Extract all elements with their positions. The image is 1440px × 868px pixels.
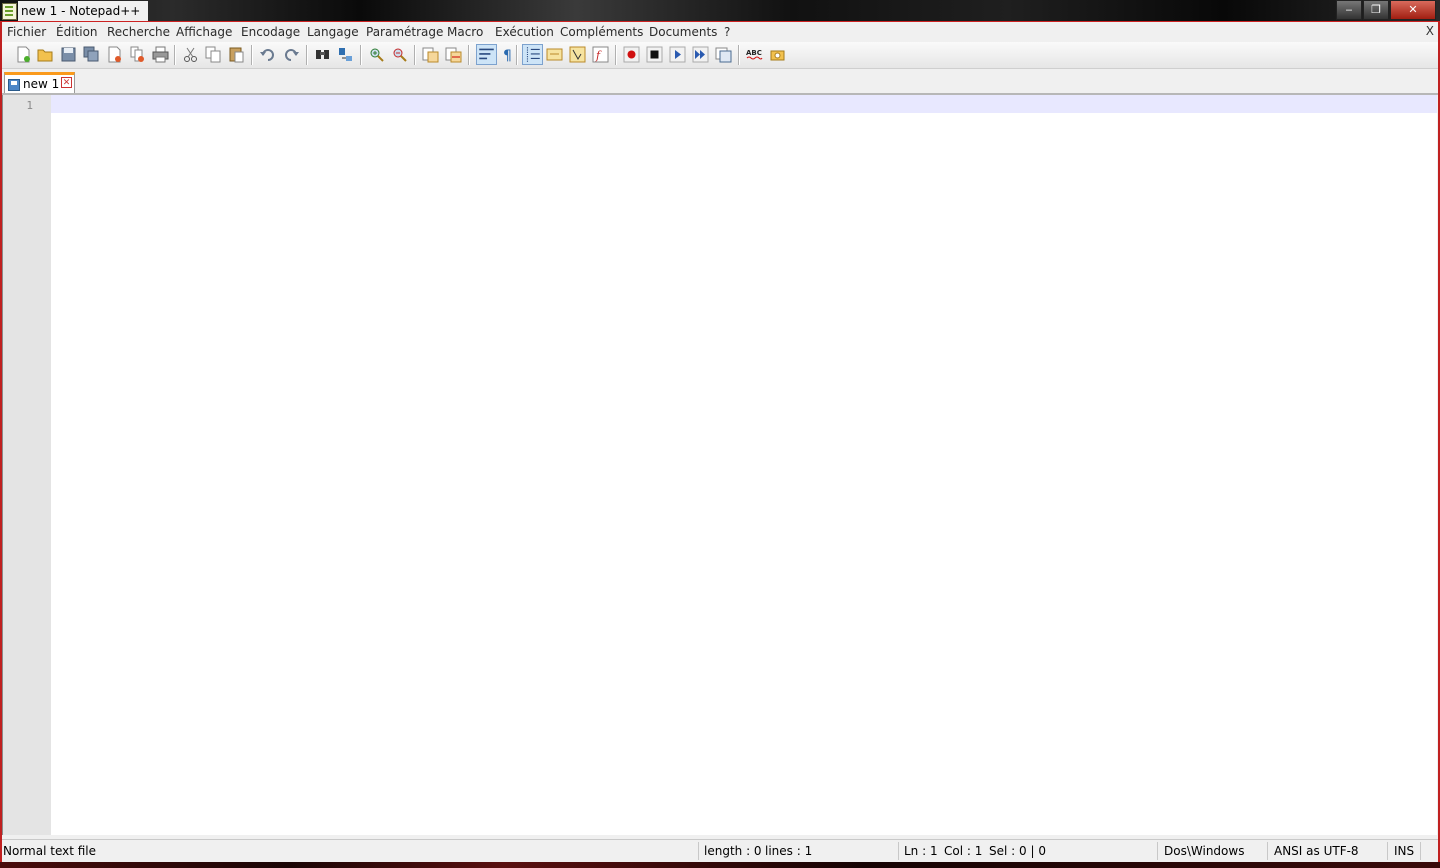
- spellcheck-icon[interactable]: ABC: [746, 46, 763, 63]
- status-selection: Sel : 0 | 0: [989, 844, 1046, 858]
- notepadpp-app-icon[interactable]: [2, 3, 17, 20]
- save-all-icon[interactable]: [83, 46, 100, 63]
- menu-documents[interactable]: Documents: [649, 24, 717, 40]
- new-file-icon[interactable]: [15, 46, 32, 63]
- status-separator: [1420, 842, 1421, 860]
- status-encoding[interactable]: ANSI as UTF-8: [1274, 843, 1359, 859]
- line-number: 1: [26, 99, 33, 112]
- menu-bar: Fichier Édition Recherche Affichage Enco…: [2, 22, 1438, 42]
- sync-vertical-icon[interactable]: [422, 46, 439, 63]
- menu-execution[interactable]: Exécution: [495, 24, 554, 40]
- word-wrap-icon[interactable]: [476, 44, 497, 65]
- tab-label: new 1: [23, 77, 60, 91]
- function-list-icon[interactable]: f: [592, 46, 609, 63]
- menu-affichage[interactable]: Affichage: [176, 24, 232, 40]
- status-separator: [1267, 842, 1268, 860]
- menu-macro[interactable]: Macro: [447, 24, 483, 40]
- svg-text:¶: ¶: [503, 48, 512, 63]
- fast-forward-icon[interactable]: [692, 46, 709, 63]
- close-file-icon[interactable]: [106, 46, 123, 63]
- folder-open-icon[interactable]: [37, 46, 54, 63]
- saved-state-icon: [8, 79, 20, 91]
- app-frame: Fichier Édition Recherche Affichage Enco…: [2, 22, 1438, 868]
- maximize-button[interactable]: ❐: [1363, 0, 1389, 20]
- status-line-position: Ln : 1: [904, 844, 938, 858]
- title-bar: new 1 - Notepad++ ‒ ❐ ✕: [0, 0, 1440, 22]
- status-length: length : 0: [704, 844, 762, 858]
- taskbar-strip: [0, 862, 1440, 868]
- stop-icon[interactable]: [646, 46, 663, 63]
- status-separator: [1157, 842, 1158, 860]
- toolbar: ¶ f ABC: [2, 42, 1438, 69]
- toolbar-separator: [360, 45, 361, 65]
- text-editor[interactable]: 1: [2, 95, 1437, 835]
- svg-text:ABC: ABC: [746, 49, 762, 57]
- save-icon[interactable]: [60, 46, 77, 63]
- redo-icon[interactable]: [283, 46, 300, 63]
- window-title: new 1 - Notepad++: [18, 1, 149, 21]
- menu-encodage[interactable]: Encodage: [241, 24, 300, 40]
- pilcrow-icon[interactable]: ¶: [500, 46, 517, 63]
- indent-guide-icon[interactable]: [522, 44, 543, 65]
- udl-icon[interactable]: [546, 46, 563, 63]
- line-number-gutter: 1: [3, 95, 51, 835]
- toolbar-separator: [738, 45, 739, 65]
- menu-complements[interactable]: Compléments: [560, 24, 643, 40]
- toolbar-separator: [251, 45, 252, 65]
- close-all-icon[interactable]: [129, 46, 146, 63]
- status-insert-mode[interactable]: INS: [1394, 843, 1414, 859]
- undo-icon[interactable]: [259, 46, 276, 63]
- status-column-position: Col : 1: [944, 844, 983, 858]
- zoom-out-icon[interactable]: [391, 46, 408, 63]
- status-separator: [1387, 842, 1388, 860]
- toolbar-separator: [174, 45, 175, 65]
- toolbar-separator: [615, 45, 616, 65]
- print-icon[interactable]: [152, 46, 169, 63]
- status-bar: Normal text file length : 0 lines : 1 Ln…: [2, 839, 1438, 862]
- menu-recherche[interactable]: Recherche: [107, 24, 170, 40]
- menu-help[interactable]: ?: [724, 24, 730, 40]
- toolbar-separator: [414, 45, 415, 65]
- sync-horizontal-icon[interactable]: [445, 46, 462, 63]
- tab-bar: new 1 ✕: [2, 69, 1438, 95]
- status-eol-format[interactable]: Dos\Windows: [1164, 843, 1244, 859]
- menu-fichier[interactable]: Fichier: [7, 24, 46, 40]
- status-separator: [698, 842, 699, 860]
- binoculars-icon[interactable]: [314, 46, 331, 63]
- status-lines: lines : 1: [765, 844, 813, 858]
- replace-icon[interactable]: [337, 46, 354, 63]
- scissors-icon[interactable]: [182, 46, 199, 63]
- play-icon[interactable]: [669, 46, 686, 63]
- save-macro-icon[interactable]: [715, 46, 732, 63]
- close-window-button[interactable]: ✕: [1390, 0, 1436, 20]
- tab-close-icon[interactable]: ✕: [61, 77, 72, 88]
- minimize-button[interactable]: ‒: [1336, 0, 1362, 20]
- document-map-icon[interactable]: [569, 46, 586, 63]
- record-icon[interactable]: [623, 46, 640, 63]
- current-line-highlight[interactable]: [51, 95, 1437, 113]
- menu-parametrage[interactable]: Paramétrage: [366, 24, 443, 40]
- status-file-type: Normal text file: [3, 844, 97, 858]
- window-controls: ‒ ❐ ✕: [1335, 0, 1436, 20]
- menu-edition[interactable]: Édition: [56, 24, 98, 40]
- zoom-in-icon[interactable]: [368, 46, 385, 63]
- toolbar-separator: [306, 45, 307, 65]
- toolbar-separator: [468, 45, 469, 65]
- tab-new-1[interactable]: new 1 ✕: [4, 72, 75, 93]
- paste-icon[interactable]: [228, 46, 245, 63]
- status-separator: [898, 842, 899, 860]
- copy-icon[interactable]: [205, 46, 222, 63]
- close-document-button[interactable]: X: [1426, 24, 1434, 38]
- plugin-icon[interactable]: [769, 46, 786, 63]
- toolbar-separator: [516, 45, 517, 65]
- menu-langage[interactable]: Langage: [307, 24, 359, 40]
